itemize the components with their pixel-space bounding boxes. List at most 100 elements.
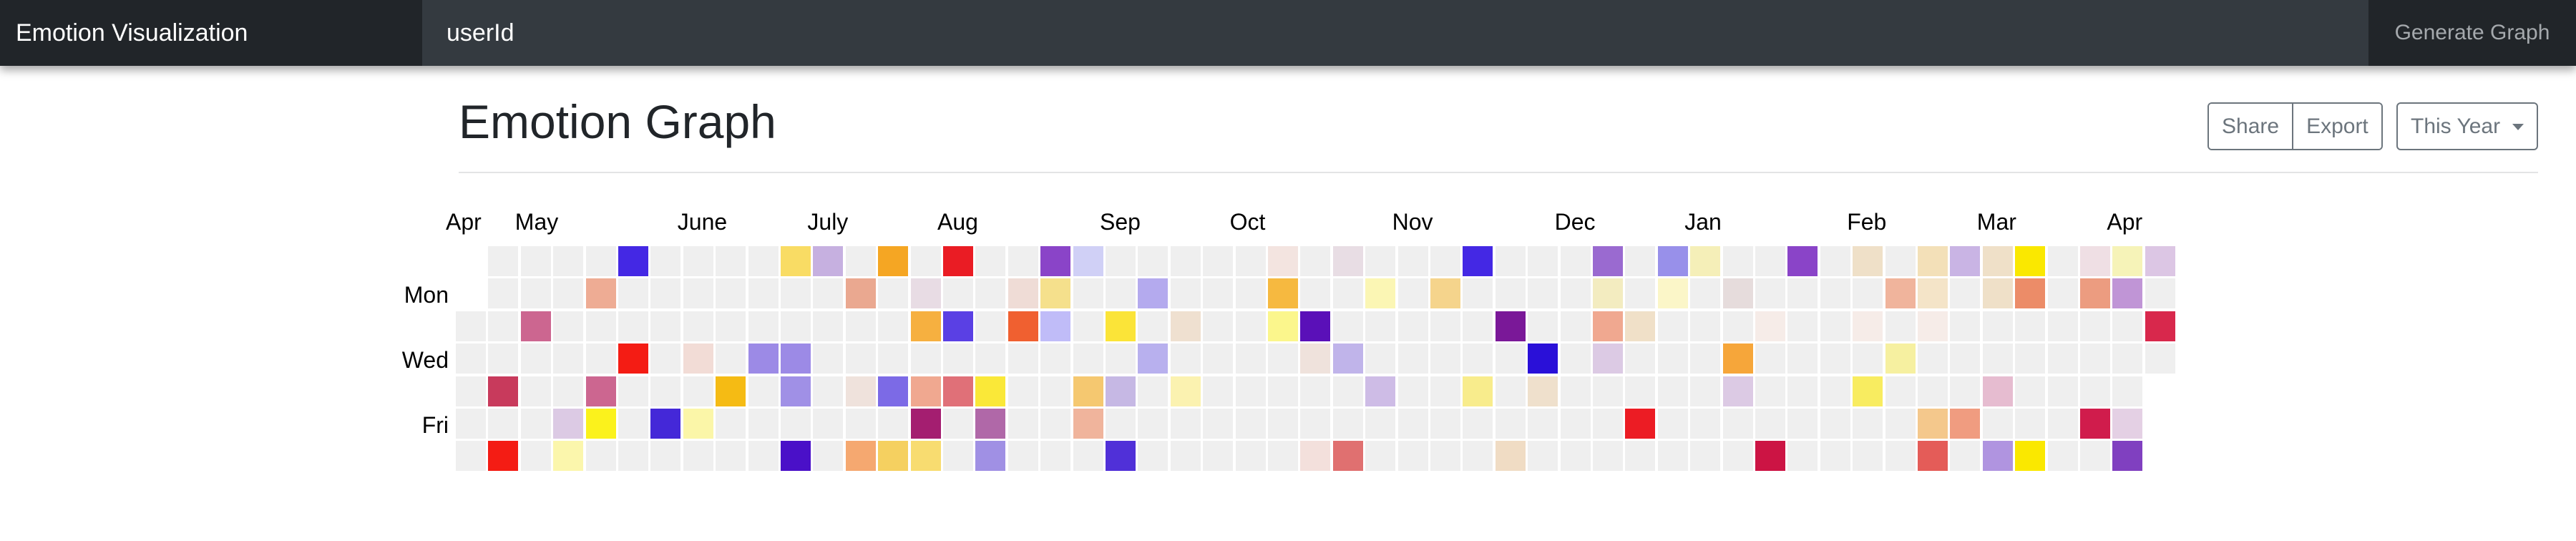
day-cell[interactable] [1430, 246, 1460, 276]
day-cell[interactable] [748, 278, 779, 309]
day-cell[interactable] [748, 311, 779, 341]
day-cell[interactable] [2112, 409, 2143, 439]
day-cell[interactable] [1332, 246, 1363, 276]
day-cell[interactable] [1008, 441, 1038, 472]
day-cell[interactable] [1365, 311, 1396, 341]
day-cell[interactable] [1170, 441, 1201, 472]
day-cell[interactable] [1950, 409, 1981, 439]
day-cell[interactable] [1722, 278, 1753, 309]
day-cell[interactable] [1332, 278, 1363, 309]
day-cell[interactable] [1755, 441, 1785, 472]
day-cell[interactable] [1853, 343, 1883, 374]
day-cell[interactable] [1332, 441, 1363, 472]
day-cell[interactable] [1365, 441, 1396, 472]
day-cell[interactable] [975, 278, 1006, 309]
day-cell[interactable] [910, 278, 941, 309]
day-cell[interactable] [716, 343, 746, 374]
day-cell[interactable] [845, 441, 876, 472]
day-cell[interactable] [488, 376, 519, 406]
day-cell[interactable] [1593, 311, 1623, 341]
day-cell[interactable] [1528, 246, 1558, 276]
user-id-input[interactable] [422, 0, 2368, 66]
day-cell[interactable] [2112, 311, 2143, 341]
day-cell[interactable] [585, 343, 616, 374]
export-button[interactable]: Export [2292, 104, 2381, 149]
day-cell[interactable] [943, 441, 973, 472]
day-cell[interactable] [813, 376, 844, 406]
day-cell[interactable] [1820, 376, 1850, 406]
day-cell[interactable] [1982, 343, 2013, 374]
day-cell[interactable] [1787, 311, 1818, 341]
day-cell[interactable] [1560, 343, 1591, 374]
day-cell[interactable] [618, 441, 648, 472]
day-cell[interactable] [2080, 278, 2110, 309]
day-cell[interactable] [1528, 343, 1558, 374]
day-cell[interactable] [520, 278, 551, 309]
day-cell[interactable] [1365, 278, 1396, 309]
day-cell[interactable] [683, 311, 713, 341]
day-cell[interactable] [1495, 376, 1526, 406]
day-cell[interactable] [1106, 409, 1136, 439]
day-cell[interactable] [1106, 246, 1136, 276]
day-cell[interactable] [1430, 311, 1460, 341]
day-cell[interactable] [650, 409, 681, 439]
day-cell[interactable] [1722, 376, 1753, 406]
day-cell[interactable] [1170, 278, 1201, 309]
day-cell[interactable] [553, 343, 584, 374]
day-cell[interactable] [2112, 343, 2143, 374]
day-cell[interactable] [716, 441, 746, 472]
day-cell[interactable] [1040, 343, 1071, 374]
day-cell[interactable] [1040, 246, 1071, 276]
day-cell[interactable] [878, 441, 909, 472]
day-cell[interactable] [716, 311, 746, 341]
day-cell[interactable] [618, 246, 648, 276]
day-cell[interactable] [488, 343, 519, 374]
day-cell[interactable] [585, 441, 616, 472]
day-cell[interactable] [585, 278, 616, 309]
day-cell[interactable] [1268, 278, 1298, 309]
brand[interactable]: Emotion Visualization [0, 0, 422, 66]
day-cell[interactable] [1203, 376, 1234, 406]
day-cell[interactable] [1820, 343, 1850, 374]
day-cell[interactable] [813, 441, 844, 472]
day-cell[interactable] [975, 343, 1006, 374]
day-cell[interactable] [1885, 409, 1916, 439]
day-cell[interactable] [716, 246, 746, 276]
day-cell[interactable] [878, 343, 909, 374]
day-cell[interactable] [1008, 278, 1038, 309]
day-cell[interactable] [2047, 376, 2078, 406]
day-cell[interactable] [1430, 409, 1460, 439]
day-cell[interactable] [520, 343, 551, 374]
day-cell[interactable] [1397, 278, 1428, 309]
day-cell[interactable] [1397, 311, 1428, 341]
day-cell[interactable] [1755, 311, 1785, 341]
day-cell[interactable] [1593, 246, 1623, 276]
day-cell[interactable] [1657, 311, 1688, 341]
day-cell[interactable] [488, 441, 519, 472]
day-cell[interactable] [1722, 409, 1753, 439]
day-cell[interactable] [488, 246, 519, 276]
day-cell[interactable] [1722, 311, 1753, 341]
day-cell[interactable] [456, 376, 486, 406]
day-cell[interactable] [813, 409, 844, 439]
day-cell[interactable] [1853, 409, 1883, 439]
day-cell[interactable] [781, 278, 811, 309]
day-cell[interactable] [1950, 441, 1981, 472]
day-cell[interactable] [943, 343, 973, 374]
day-cell[interactable] [1690, 441, 1721, 472]
day-cell[interactable] [520, 409, 551, 439]
day-cell[interactable] [1040, 441, 1071, 472]
day-cell[interactable] [1430, 343, 1460, 374]
day-cell[interactable] [456, 343, 486, 374]
day-cell[interactable] [1918, 278, 1948, 309]
day-cell[interactable] [1918, 343, 1948, 374]
day-cell[interactable] [553, 311, 584, 341]
day-cell[interactable] [813, 246, 844, 276]
day-cell[interactable] [488, 278, 519, 309]
day-cell[interactable] [1657, 409, 1688, 439]
day-cell[interactable] [1138, 441, 1169, 472]
day-cell[interactable] [1982, 311, 2013, 341]
day-cell[interactable] [2112, 441, 2143, 472]
day-cell[interactable] [1820, 441, 1850, 472]
day-cell[interactable] [943, 311, 973, 341]
